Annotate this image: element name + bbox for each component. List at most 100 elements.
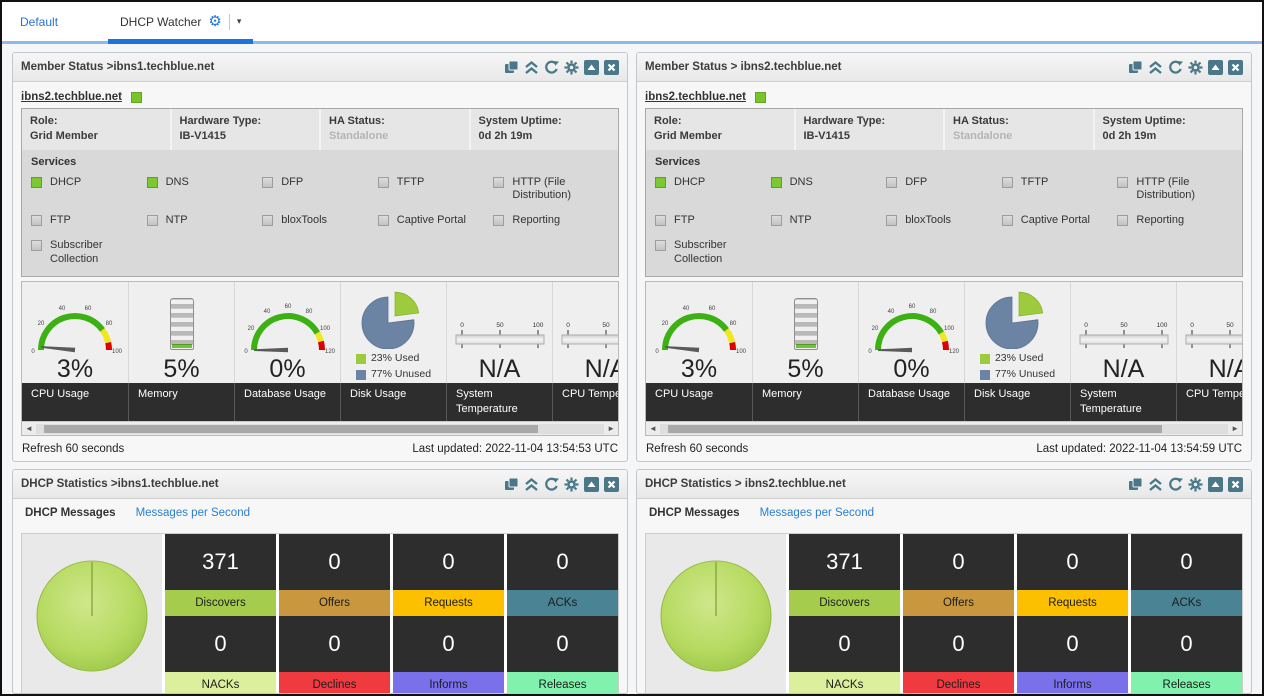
panel-title: DHCP Statistics >ibns1.techblue.net [21,478,504,490]
panel-title: Member Status > ibns2.techblue.net [645,61,1128,73]
stat-value: 0 [903,616,1014,672]
gear-icon[interactable] [564,60,579,75]
minimize-icon[interactable] [1208,60,1223,75]
dhcp-messages-grid: 371 0 0 0 Discovers Offers Requests ACKs… [165,534,618,694]
semicircle-gauge-icon: 020 4060 80100 [27,300,123,356]
info-label: HA Status: [953,114,1085,129]
panel-title: Member Status >ibns1.techblue.net [21,61,504,73]
gauge-label: System Temperature [1070,383,1176,421]
svg-text:0: 0 [566,322,570,329]
tab-dropdown-caret-icon[interactable]: ▾ [237,16,242,27]
stat-label: NACKs [165,672,276,694]
cylinder-fill [172,344,192,348]
service-label: DFP [905,176,927,190]
minimize-icon[interactable] [584,60,599,75]
member-status-green-icon [755,92,766,103]
close-icon[interactable] [604,60,619,75]
svg-text:40: 40 [683,306,690,312]
close-icon[interactable] [1228,60,1243,75]
horizontal-scrollbar[interactable]: ◄ ► [22,421,618,435]
service-status-icon [378,177,389,188]
collapse-icon[interactable] [1148,60,1163,75]
stat-value: 0 [393,616,504,672]
service-bloxtools: bloxTools [262,214,378,228]
scroll-right-icon[interactable]: ► [1231,425,1239,433]
stat-value: 0 [279,616,390,672]
service-subscriber-collection: Subscriber Collection [655,239,771,267]
info-label: Role: [30,114,162,129]
service-reporting: Reporting [493,214,609,228]
legend-used-label: 23% Used [995,351,1043,367]
tab-settings-gear-icon[interactable]: ⚙ [208,14,221,29]
minimize-icon[interactable] [584,477,599,492]
tab-dhcp-messages[interactable]: DHCP Messages [649,507,740,519]
stat-value: 0 [279,534,390,590]
gauge-value: 5% [163,356,199,382]
minimize-icon[interactable] [1208,477,1223,492]
refresh-icon[interactable] [1168,477,1183,492]
duplicate-icon[interactable] [1128,477,1143,492]
tab-dhcp-watcher[interactable]: DHCP Watcher ⚙ ▾ [108,2,253,41]
dashboard-page: Default DHCP Watcher ⚙ ▾ Member Status >… [0,0,1264,696]
stat-label: ACKs [507,590,618,616]
gear-icon[interactable] [1188,60,1203,75]
member-link[interactable]: ibns2.techblue.net [21,91,122,103]
stats-tabs: DHCP Messages Messages per Second [637,499,1251,525]
tab-default[interactable]: Default [20,15,92,29]
refresh-icon[interactable] [1168,60,1183,75]
linear-gauge-icon: 050100 [1076,318,1172,356]
member-link-row: ibns2.techblue.net [645,86,1243,108]
linear-gauge-icon: 050100 [558,318,620,356]
panel-footer: Refresh 60 seconds Last updated: 2022-11… [645,438,1243,459]
gauge-disk-usage: 23% Used 77% Unused [964,282,1070,383]
svg-text:0: 0 [31,349,35,355]
collapse-icon[interactable] [524,60,539,75]
service-label: Reporting [512,214,560,228]
service-tftp: TFTP [378,176,494,204]
scroll-right-icon[interactable]: ► [607,425,615,433]
refresh-icon[interactable] [544,60,559,75]
gauge-label: CPU Temperature [552,383,619,421]
scrollbar-track[interactable] [36,424,604,434]
service-ftp: FTP [655,214,771,228]
service-label: DFP [281,176,303,190]
service-label: DHCP [50,176,81,190]
service-label: FTP [674,214,695,228]
panel-toolbar [1128,477,1243,492]
services-section: Services DHCP DNS DFP TFTP HTTP (File Di… [646,150,1242,277]
duplicate-icon[interactable] [1128,60,1143,75]
stat-label: Offers [903,590,1014,616]
close-icon[interactable] [1228,477,1243,492]
dhcp-messages-block: 371 0 0 0 Discovers Offers Requests ACKs… [21,533,619,694]
scrollbar-thumb[interactable] [668,425,1162,433]
collapse-icon[interactable] [1148,477,1163,492]
scroll-left-icon[interactable]: ◄ [25,425,33,433]
scrollbar-thumb[interactable] [44,425,538,433]
stat-value: 0 [903,534,1014,590]
dhcp-messages-grid: 371 0 0 0 Discovers Offers Requests ACKs… [789,534,1242,694]
stat-value: 0 [1017,616,1128,672]
duplicate-icon[interactable] [504,477,519,492]
svg-text:50: 50 [496,322,504,329]
scrollbar-track[interactable] [660,424,1228,434]
collapse-icon[interactable] [524,477,539,492]
service-status-icon [378,215,389,226]
services-title: Services [31,156,609,168]
tab-messages-per-second[interactable]: Messages per Second [760,507,874,519]
svg-text:60: 60 [908,304,915,310]
gear-icon[interactable] [564,477,579,492]
gear-icon[interactable] [1188,477,1203,492]
close-icon[interactable] [604,477,619,492]
tab-dhcp-messages[interactable]: DHCP Messages [25,507,116,519]
tab-messages-per-second[interactable]: Messages per Second [136,507,250,519]
horizontal-scrollbar[interactable]: ◄ ► [646,421,1242,435]
svg-text:100: 100 [532,322,543,329]
refresh-icon[interactable] [544,477,559,492]
scroll-left-icon[interactable]: ◄ [649,425,657,433]
stat-value: 0 [393,534,504,590]
member-status-panel-2: Member Status > ibns2.techblue.net ibns2… [636,52,1252,462]
member-link[interactable]: ibns2.techblue.net [645,91,746,103]
duplicate-icon[interactable] [504,60,519,75]
stat-value: 0 [1131,534,1242,590]
panel-header: DHCP Statistics > ibns2.techblue.net [637,470,1251,499]
